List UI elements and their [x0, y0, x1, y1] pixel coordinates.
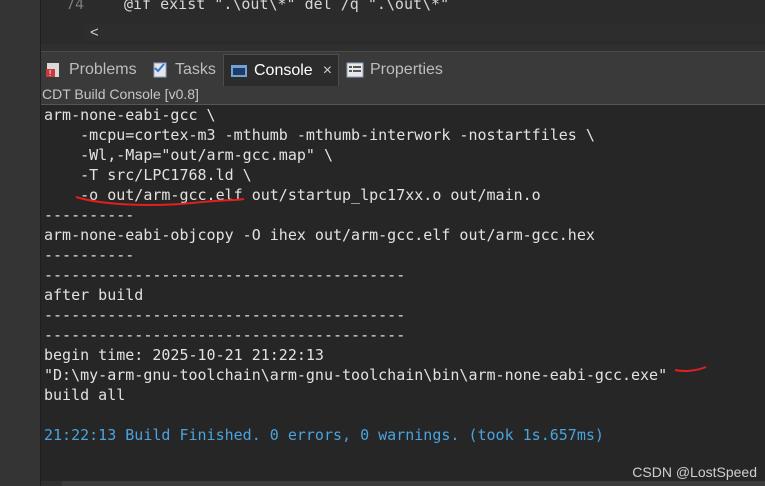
- console-line: arm-none-eabi-gcc \: [44, 106, 216, 124]
- annotation-underline: [75, 196, 245, 206]
- view-tab-bar: ! Problems Tasks Console × Properties: [41, 51, 765, 87]
- editor-horizontal-scrollbar[interactable]: <: [84, 24, 765, 42]
- console-header: CDT Build Console [v0.8]: [41, 86, 765, 105]
- annotation-mark: [674, 366, 707, 372]
- properties-icon: [346, 62, 364, 78]
- problems-icon: !: [45, 62, 63, 78]
- console-line: "D:\my-arm-gnu-toolchain\arm-gnu-toolcha…: [44, 366, 668, 384]
- line-number: 74: [66, 0, 85, 13]
- tab-properties[interactable]: Properties: [346, 54, 443, 86]
- console-line: -T src/LPC1768.ld \: [44, 166, 252, 184]
- tab-tasks[interactable]: Tasks: [151, 54, 216, 86]
- console-line: ----------------------------------------: [44, 306, 406, 324]
- tab-problems[interactable]: ! Problems: [45, 54, 137, 86]
- tab-properties-label: Properties: [370, 61, 443, 78]
- tab-tasks-label: Tasks: [175, 61, 216, 78]
- console-line: ----------------------------------------: [44, 266, 406, 284]
- console-icon: [230, 63, 248, 79]
- scroll-left-icon[interactable]: <: [90, 24, 99, 41]
- console-horizontal-scrollbar[interactable]: [62, 481, 765, 486]
- console-line: arm-none-eabi-objcopy -O ihex out/arm-gc…: [44, 226, 595, 244]
- console-line: ----------: [44, 246, 135, 264]
- close-icon[interactable]: ×: [323, 62, 332, 80]
- console-line: begin time: 2025-10-21 21:22:13: [44, 346, 324, 364]
- console-output[interactable]: arm-none-eabi-gcc \ -mcpu=cortex-m3 -mth…: [41, 105, 765, 481]
- left-gutter: [0, 0, 41, 486]
- console-line: build all: [44, 386, 126, 404]
- tasks-icon: [151, 62, 169, 78]
- watermark: CSDN @LostSpeed: [632, 464, 757, 480]
- svg-text:!: !: [49, 69, 52, 78]
- editor-code-line[interactable]: @if exist ".\out\*" del /q ".\out\*": [124, 0, 449, 13]
- console-line: -mcpu=cortex-m3 -mthumb -mthumb-interwor…: [44, 126, 595, 144]
- tab-console[interactable]: Console ×: [223, 54, 340, 87]
- editor-area[interactable]: 74 @if exist ".\out\*" del /q ".\out\*" …: [0, 0, 765, 44]
- build-finished-line: 21:22:13 Build Finished. 0 errors, 0 war…: [44, 426, 604, 444]
- console-line: ----------------------------------------: [44, 326, 406, 344]
- console-line: after build: [44, 286, 144, 304]
- console-line: -Wl,-Map="out/arm-gcc.map" \: [44, 146, 333, 164]
- tab-console-label: Console: [254, 62, 313, 79]
- console-title: CDT Build Console [v0.8]: [42, 86, 199, 102]
- tab-problems-label: Problems: [69, 61, 137, 78]
